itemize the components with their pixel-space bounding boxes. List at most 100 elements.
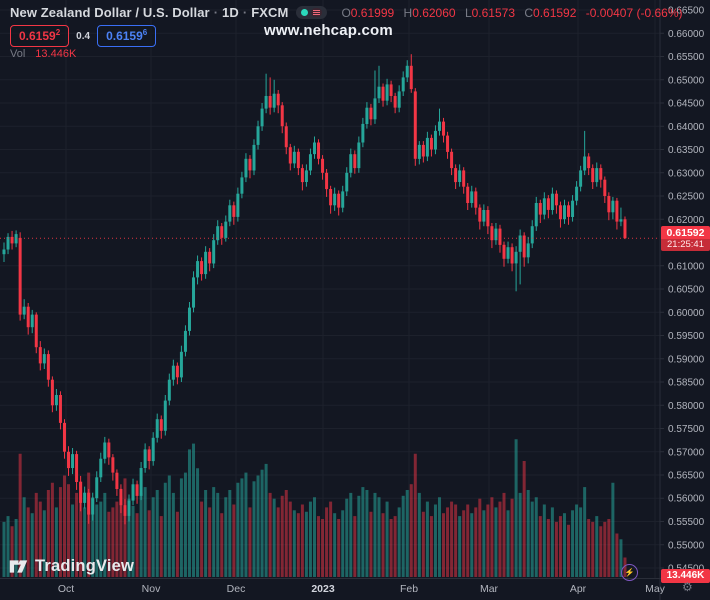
- volume-bar: [2, 521, 6, 577]
- volume-bar: [167, 475, 171, 577]
- candle-body: [446, 135, 450, 152]
- candle-body: [123, 505, 127, 516]
- symbol-title[interactable]: New Zealand Dollar / U.S. Dollar: [10, 5, 210, 20]
- candle-body: [151, 437, 155, 462]
- candle-body: [192, 277, 196, 308]
- candle-body: [30, 314, 34, 328]
- volume-bar: [183, 472, 187, 577]
- candle-body: [567, 205, 571, 217]
- volume-bar: [228, 490, 232, 577]
- candle-body: [2, 249, 6, 255]
- candle-body: [268, 96, 272, 108]
- volume-bar: [433, 504, 437, 577]
- volume-bar: [333, 513, 337, 577]
- candle-body: [321, 158, 325, 173]
- price-axis-label: 0.61000: [668, 261, 705, 272]
- volume-bar: [317, 516, 321, 577]
- volume-bar: [587, 519, 591, 577]
- price-axis-label: 0.65500: [668, 52, 705, 63]
- candle-body: [397, 91, 401, 108]
- candle-body: [22, 306, 26, 315]
- volume-bar: [268, 492, 272, 577]
- volume-bar: [337, 519, 341, 577]
- candle-body: [14, 234, 18, 244]
- candle-body: [38, 347, 42, 364]
- candle-body: [236, 193, 240, 217]
- volume-bar: [139, 492, 143, 577]
- stream-toggle[interactable]: [296, 6, 328, 19]
- volume-bar: [151, 497, 155, 577]
- candle-body: [409, 65, 413, 90]
- candle-body: [345, 172, 349, 192]
- candle-body: [18, 237, 22, 315]
- candle-body: [127, 500, 131, 516]
- volume-bar: [421, 511, 425, 577]
- volume-bar: [401, 495, 405, 577]
- candle-body: [42, 354, 46, 364]
- candle-body: [62, 422, 66, 452]
- price-axis-label: 0.56000: [668, 494, 705, 505]
- price-axis-label: 0.62000: [668, 215, 705, 226]
- candle-body: [373, 98, 377, 120]
- candle-body: [615, 200, 619, 222]
- volume-bar: [264, 463, 268, 577]
- volume-label[interactable]: Vol: [10, 48, 25, 60]
- volume-bar: [256, 475, 260, 577]
- last-price-label[interactable]: 0.61592 21:25:41: [661, 226, 710, 251]
- lightning-bolt-icon[interactable]: ⚡: [621, 564, 638, 581]
- candle-body: [349, 154, 353, 173]
- candle-body: [558, 205, 562, 220]
- candle-body: [458, 170, 462, 182]
- candle-body: [538, 203, 542, 215]
- volume-bar: [345, 498, 349, 577]
- candle-body: [54, 395, 58, 406]
- candle-body: [179, 351, 183, 378]
- volume-bar: [607, 519, 611, 577]
- candle-body: [385, 84, 389, 101]
- price-axis-label: 0.59000: [668, 354, 705, 365]
- change-value: -0.00407 (-0.66%): [585, 5, 683, 20]
- volume-bar: [413, 453, 417, 577]
- candle-body: [341, 191, 345, 208]
- candle-body: [208, 251, 212, 264]
- tradingview-logo[interactable]: TradingView: [8, 556, 134, 577]
- buy-button[interactable]: 0.61596: [97, 25, 157, 47]
- volume-bar: [538, 516, 542, 577]
- candle-body: [603, 179, 607, 196]
- exchange-label[interactable]: FXCM: [251, 5, 288, 20]
- volume-bar: [442, 513, 446, 577]
- volume-bar: [155, 490, 159, 577]
- interval-label[interactable]: 1D: [222, 5, 239, 20]
- volume-bar: [187, 449, 191, 577]
- volume-bar: [490, 497, 494, 577]
- candle-body: [163, 400, 167, 431]
- volume-bar: [361, 487, 365, 577]
- volume-bar: [506, 510, 510, 577]
- candle-body: [425, 137, 429, 157]
- axis-settings-gear-icon[interactable]: ⚙: [682, 581, 693, 593]
- volume-bar: [369, 511, 373, 577]
- price-axis-label: 0.55000: [668, 540, 705, 551]
- volume-bar: [204, 490, 208, 577]
- volume-bar: [466, 504, 470, 577]
- volume-bar: [611, 482, 615, 577]
- volume-bar: [579, 507, 583, 577]
- candle-body: [389, 84, 393, 96]
- candle-body: [224, 221, 228, 238]
- volume-bar: [159, 516, 163, 577]
- open-value: 0.61999: [350, 5, 395, 20]
- price-axis-label: 0.56500: [668, 471, 705, 482]
- volume-bar: [200, 501, 204, 577]
- price-axis-label: 0.64500: [668, 99, 705, 110]
- volume-bar: [530, 501, 534, 577]
- volume-bar: [562, 513, 566, 577]
- price-axis-label: 0.57000: [668, 447, 705, 458]
- bar-countdown: 21:25:41: [661, 239, 710, 251]
- sell-button[interactable]: 0.61592: [10, 25, 70, 47]
- price-axis-label: 0.63500: [668, 145, 705, 156]
- candle-body: [619, 219, 623, 222]
- volume-bar: [546, 519, 550, 577]
- candle-body: [546, 198, 550, 210]
- volume-bar: [486, 504, 490, 577]
- candlestick-chart[interactable]: 0.665000.660000.655000.650000.645000.640…: [0, 0, 710, 600]
